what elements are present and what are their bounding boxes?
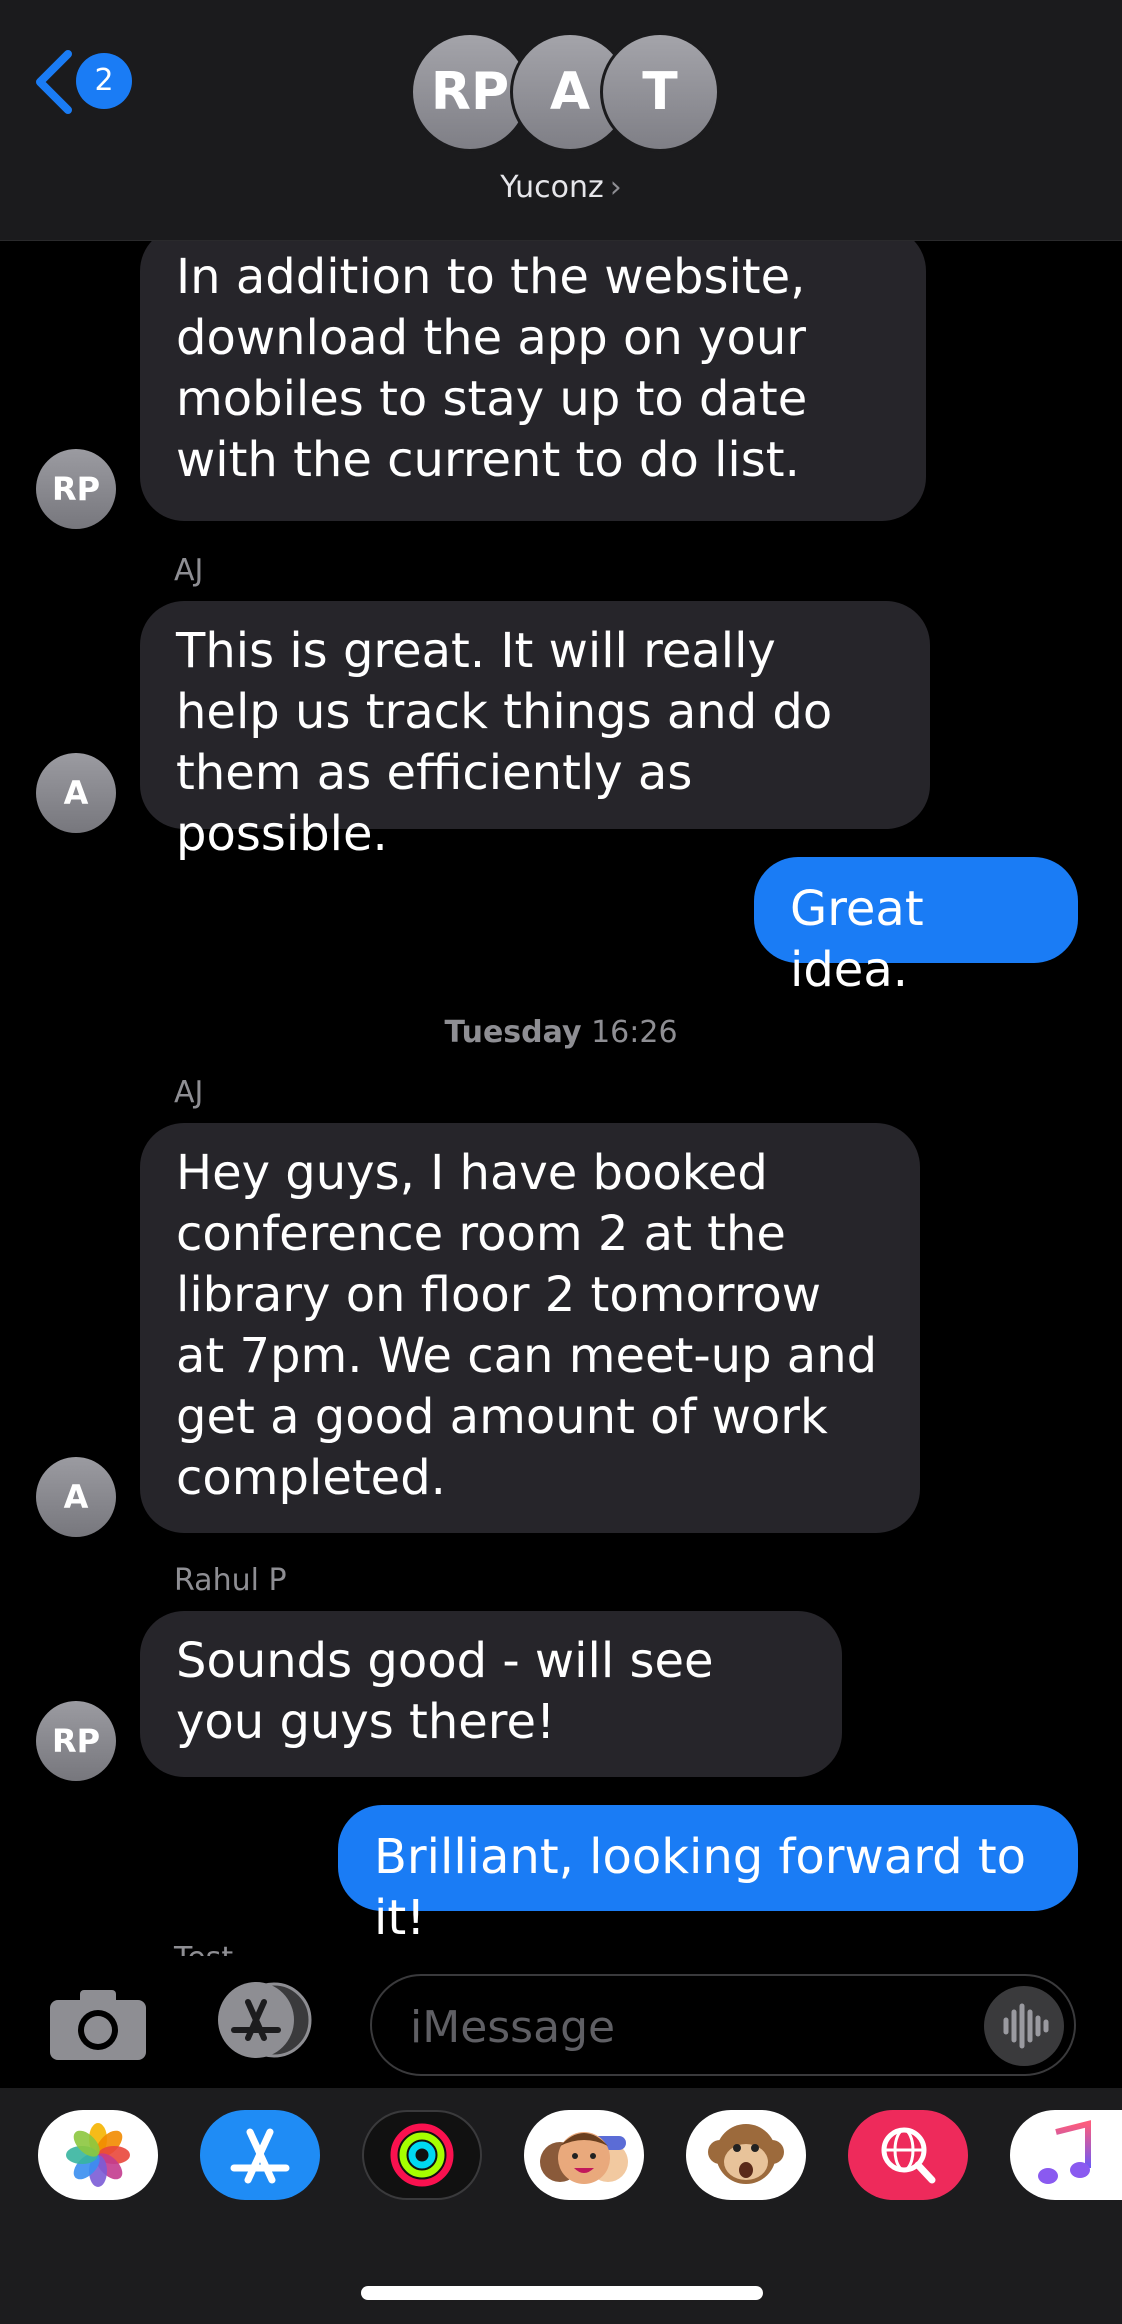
message-composer: iMessage <box>0 1956 1122 2088</box>
activity-rings-icon <box>390 2123 454 2187</box>
camera-icon <box>50 1990 146 2060</box>
group-name: Yuconz <box>500 170 604 205</box>
app-store-icon <box>218 1982 312 2058</box>
timestamp: Tuesday 16:26 <box>0 1015 1122 1050</box>
app-store-icon <box>230 2128 290 2184</box>
message-text: This is great. It will really help us tr… <box>176 623 833 862</box>
sender-name: AJ <box>174 553 204 588</box>
unread-count-badge: 2 <box>76 53 132 109</box>
timestamp-time: 16:26 <box>591 1015 678 1050</box>
outgoing-message-bubble[interactable]: Brilliant, looking forward to it! <box>338 1805 1078 1946</box>
message-input[interactable]: iMessage <box>370 1974 1076 2076</box>
images-search-app[interactable] <box>848 2110 968 2200</box>
avatar[interactable]: A <box>36 1457 116 1537</box>
memoji-app[interactable] <box>524 2110 644 2200</box>
message-thread[interactable]: In addition to the website, download the… <box>0 241 1122 1956</box>
message-text: Brilliant, looking forward to it! <box>374 1829 1027 1946</box>
music-app[interactable] <box>1010 2110 1122 2200</box>
photos-app[interactable] <box>38 2110 158 2200</box>
avatar[interactable]: RP <box>36 449 116 529</box>
sender-name: AJ <box>174 1075 204 1110</box>
message-text: In addition to the website, download the… <box>176 249 808 488</box>
back-button[interactable]: 2 <box>34 50 144 114</box>
audio-message-button[interactable] <box>984 1986 1064 2066</box>
activity-app[interactable] <box>362 2110 482 2200</box>
chevron-left-icon <box>36 50 72 114</box>
group-name-link[interactable]: Yuconz › <box>0 170 1122 205</box>
chevron-right-icon: › <box>609 170 622 205</box>
waveform-icon <box>1003 2003 1049 2049</box>
timestamp-day: Tuesday <box>444 1015 582 1050</box>
incoming-message-bubble[interactable]: Sounds good - will see you guys there! <box>140 1611 842 1777</box>
avatar[interactable]: A <box>36 753 116 833</box>
animoji-app[interactable] <box>686 2110 806 2200</box>
memoji-icon <box>540 2132 628 2184</box>
message-text: Hey guys, I have booked conference room … <box>176 1145 878 1506</box>
home-indicator[interactable] <box>361 2286 763 2300</box>
app-store-app[interactable] <box>200 2110 320 2200</box>
monkey-icon <box>708 2124 784 2184</box>
message-text: Sounds good - will see you guys there! <box>176 1633 714 1750</box>
photos-icon <box>66 2123 130 2187</box>
music-note-icon <box>1038 2120 1091 2184</box>
outgoing-message-bubble[interactable]: Great idea. <box>754 857 1078 998</box>
avatar[interactable]: RP <box>36 1701 116 1781</box>
camera-button[interactable] <box>50 1988 146 2060</box>
incoming-message-bubble[interactable]: This is great. It will really help us tr… <box>140 601 930 862</box>
message-input-placeholder: iMessage <box>410 2002 616 2053</box>
incoming-message-bubble[interactable]: Hey guys, I have booked conference room … <box>140 1123 920 1533</box>
incoming-message-bubble[interactable]: In addition to the website, download the… <box>140 241 926 521</box>
apps-button[interactable] <box>212 1980 316 2060</box>
message-text: Great idea. <box>790 881 924 998</box>
avatar: T <box>600 32 720 152</box>
sender-name: Test <box>174 1941 233 1956</box>
sender-name: Rahul P <box>174 1563 287 1598</box>
group-avatars[interactable]: RP A T <box>410 32 730 156</box>
conversation-header: 2 RP A T Yuconz › <box>0 0 1122 241</box>
globe-search-icon <box>881 2127 936 2184</box>
